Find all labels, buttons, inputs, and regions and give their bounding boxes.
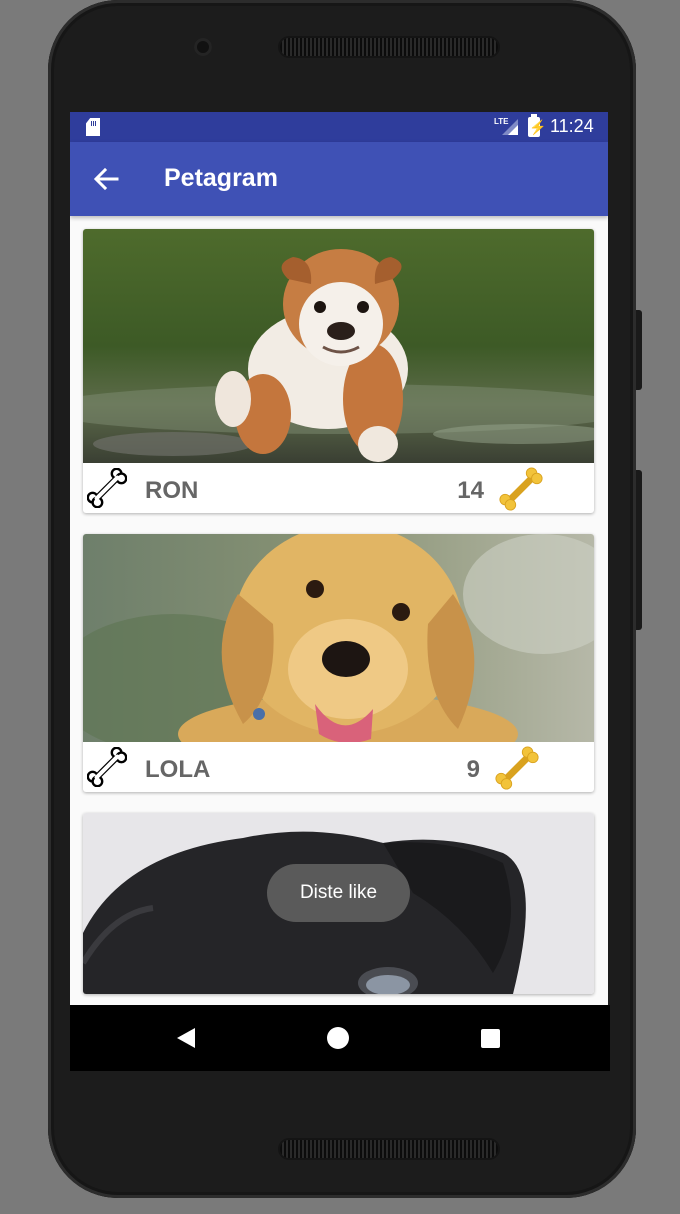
bone-gold-icon — [499, 467, 543, 511]
top-speaker — [280, 38, 498, 56]
bottom-speaker — [280, 1140, 498, 1158]
sd-card-icon — [86, 118, 100, 136]
like-count: 9 — [466, 756, 480, 783]
pet-name: RON — [145, 477, 199, 504]
nav-recents-button[interactable] — [466, 1014, 514, 1062]
status-bar: LTE ⚡ 11:24 — [70, 112, 608, 142]
status-time: 11:24 — [550, 116, 594, 136]
pet-card-ron: RON 14 — [83, 229, 594, 513]
nav-recents-icon — [480, 1028, 500, 1048]
nav-home-button[interactable] — [314, 1014, 362, 1062]
back-button[interactable] — [82, 155, 130, 203]
volume-button — [636, 470, 642, 630]
bone-outline-icon[interactable] — [87, 747, 127, 787]
bulldog-puppy-photo — [83, 229, 594, 463]
bone-outline-icon[interactable] — [87, 468, 127, 508]
lte-label: LTE — [494, 117, 509, 126]
power-button — [636, 310, 642, 390]
nav-back-icon — [177, 1028, 195, 1048]
front-camera — [194, 38, 212, 56]
app-title: Petagram — [164, 164, 278, 192]
nav-back-button[interactable] — [162, 1014, 210, 1062]
pet-card-lola: LOLA 9 — [83, 534, 594, 792]
lte-signal-icon: LTE — [494, 117, 518, 137]
arrow-back-icon — [93, 168, 119, 190]
pet-name: LOLA — [145, 756, 211, 783]
bone-gold-icon — [495, 746, 539, 790]
navigation-bar — [70, 1005, 610, 1071]
battery-charging-icon: ⚡ — [528, 114, 547, 137]
pet-card-footer: LOLA 9 — [83, 742, 594, 792]
nav-home-icon — [327, 1027, 349, 1049]
toast: Diste like — [267, 864, 410, 922]
screen: LTE ⚡ 11:24 Petagram RON 14 LOLA 9 Diste… — [70, 112, 608, 1005]
golden-retriever-puppy-photo — [83, 534, 594, 742]
app-bar: Petagram — [70, 142, 608, 216]
like-count: 14 — [457, 477, 484, 504]
pet-card-footer: RON 14 — [83, 463, 594, 513]
